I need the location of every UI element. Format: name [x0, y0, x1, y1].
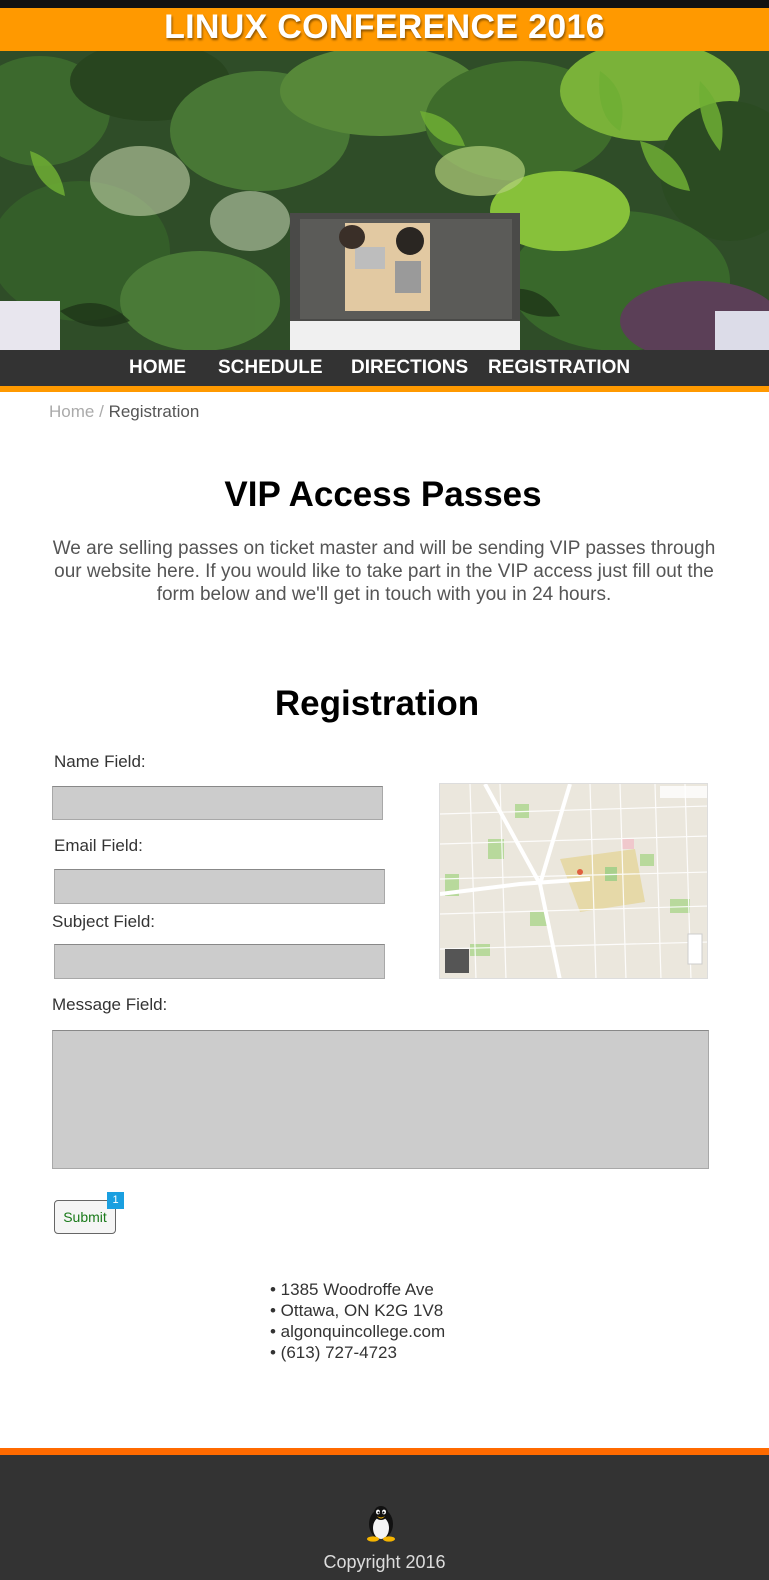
top-strip: [0, 0, 769, 8]
breadcrumb-separator: /: [99, 402, 104, 421]
location-map[interactable]: [439, 783, 708, 979]
site-title: LINUX CONFERENCE 2016: [164, 8, 605, 46]
nav-item-registration[interactable]: REGISTRATION: [488, 350, 630, 386]
address-phone: • (613) 727-4723: [270, 1343, 397, 1362]
message-field-label: Message Field:: [52, 995, 168, 1014]
breadcrumb-home-link[interactable]: Home: [49, 402, 94, 421]
main-nav: HOME SCHEDULE DIRECTIONS REGISTRATION: [0, 350, 769, 386]
nav-accent-bar: [0, 386, 769, 392]
breadcrumb: Home / Registration: [49, 402, 199, 422]
footer-accent-bar: [0, 1448, 769, 1455]
vip-description: We are selling passes on ticket master a…: [52, 538, 716, 605]
vip-heading: VIP Access Passes: [224, 475, 542, 514]
nav-item-directions[interactable]: DIRECTIONS: [351, 350, 468, 386]
contact-address-list: • 1385 Woodroffe Ave • Ottawa, ON K2G 1V…: [270, 1279, 445, 1363]
address-website: • algonquincollege.com: [270, 1322, 446, 1341]
subject-field-label: Subject Field:: [52, 912, 155, 931]
breadcrumb-current: Registration: [108, 402, 200, 421]
copyright-text: Copyright 2016: [323, 1552, 446, 1572]
email-field-label: Email Field:: [54, 836, 143, 855]
tux-penguin-icon: [364, 1504, 398, 1542]
notification-badge: 1: [107, 1192, 124, 1209]
subject-input[interactable]: [54, 944, 385, 979]
nav-item-schedule[interactable]: SCHEDULE: [218, 350, 323, 386]
name-field-label: Name Field:: [54, 752, 146, 771]
address-city: • Ottawa, ON K2G 1V8: [270, 1301, 444, 1320]
nav-item-home[interactable]: HOME: [129, 350, 186, 386]
message-textarea[interactable]: [52, 1030, 709, 1169]
address-street: • 1385 Woodroffe Ave: [270, 1280, 434, 1299]
registration-heading: Registration: [274, 684, 480, 723]
email-input[interactable]: [54, 869, 385, 904]
site-header: LINUX CONFERENCE 2016: [0, 8, 769, 51]
name-input[interactable]: [52, 786, 383, 820]
hero-image: [0, 51, 769, 350]
